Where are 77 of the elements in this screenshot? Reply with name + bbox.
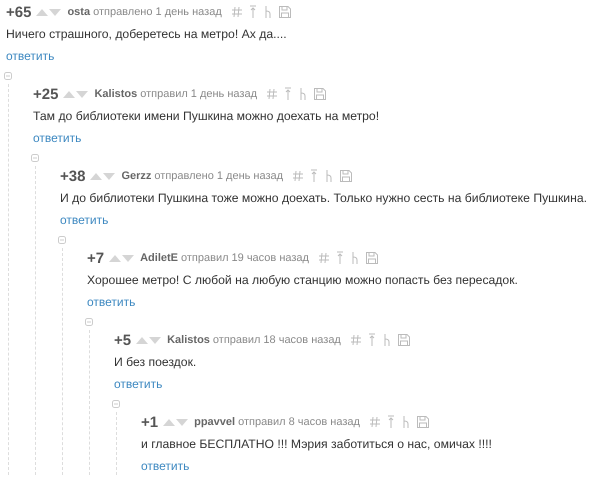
hash-icon[interactable]: [293, 170, 304, 182]
comment-author[interactable]: AdiletE: [140, 252, 178, 264]
comment-text: И до библиотеки Пушкина тоже можно доехать. Только нужно сесть на библиотеке Пушкина.: [60, 190, 588, 207]
comment-text: И без поездок.: [114, 354, 198, 371]
branch-icon[interactable]: [325, 169, 334, 183]
comment-text: Ничего страшного, доберетесь на метро! Ах да....: [6, 26, 288, 43]
comment-author[interactable]: Kalistos: [94, 88, 138, 100]
comment-score: +7: [87, 250, 104, 266]
branch-icon[interactable]: [350, 251, 359, 265]
upvote-icon[interactable]: [136, 335, 148, 345]
upvote-icon[interactable]: [109, 253, 122, 263]
comment-text: Хорошее метро! С любой на любую станцию можно попасть без пересадок.: [87, 272, 519, 289]
reply-link[interactable]: ответить: [33, 131, 82, 145]
comment-action: отправлено: [93, 6, 153, 18]
branch-icon[interactable]: [264, 5, 272, 19]
up-arrow-icon[interactable]: [248, 5, 257, 19]
comment-text: и главное БЕСПЛАТНО !!! Мэрия заботиться о нас, омичах !!!!: [141, 436, 493, 453]
comment-score: +5: [114, 332, 132, 348]
save-icon[interactable]: [398, 334, 410, 346]
save-icon[interactable]: [314, 88, 326, 100]
comment-author[interactable]: ppavvel: [194, 416, 236, 428]
hash-icon[interactable]: [318, 252, 329, 264]
collapse-icon[interactable]: [4, 72, 12, 80]
comment-action: отправлено: [154, 170, 214, 182]
downvote-icon[interactable]: [103, 171, 116, 181]
up-arrow-icon[interactable]: [336, 251, 344, 265]
reply-link[interactable]: ответить: [87, 295, 136, 309]
hash-icon[interactable]: [267, 88, 277, 100]
reply-link[interactable]: ответить: [114, 377, 162, 391]
comment-score: +1: [141, 414, 158, 430]
comment-time[interactable]: 8 часов назад: [288, 416, 360, 428]
downvote-icon[interactable]: [122, 253, 134, 263]
comment-author[interactable]: Gerzz: [121, 170, 152, 182]
comment-time[interactable]: 19 часов назад: [232, 252, 309, 264]
reply-link[interactable]: ответить: [141, 459, 190, 473]
hash-icon[interactable]: [232, 6, 242, 18]
branch-icon[interactable]: [299, 87, 307, 101]
comment-score: +25: [33, 86, 58, 102]
comment-score: +65: [6, 4, 32, 20]
save-icon[interactable]: [416, 416, 429, 428]
save-icon[interactable]: [278, 6, 291, 18]
up-arrow-icon[interactable]: [386, 415, 395, 429]
downvote-icon[interactable]: [76, 89, 88, 99]
hash-icon[interactable]: [370, 416, 380, 428]
upvote-icon[interactable]: [36, 7, 48, 17]
up-arrow-icon[interactable]: [368, 333, 376, 347]
collapse-icon[interactable]: [85, 318, 93, 326]
comment-action: отправил: [181, 252, 229, 264]
upvote-icon[interactable]: [90, 171, 102, 181]
comment-time[interactable]: 1 день назад: [216, 170, 284, 182]
save-icon[interactable]: [340, 170, 352, 182]
save-icon[interactable]: [366, 252, 378, 264]
comment-time[interactable]: 1 день назад: [156, 6, 222, 18]
comment-time[interactable]: 18 часов назад: [263, 334, 341, 346]
comment-text: Там до библиотеки имени Пушкина можно доехать на метро!: [33, 108, 380, 125]
downvote-icon[interactable]: [49, 7, 62, 17]
collapse-icon[interactable]: [112, 400, 120, 408]
comment-score: +38: [60, 168, 86, 184]
hash-icon[interactable]: [350, 334, 361, 346]
upvote-icon[interactable]: [163, 417, 176, 427]
comment-action: отправил: [238, 416, 286, 428]
reply-link[interactable]: ответить: [60, 213, 108, 227]
comment-author[interactable]: osta: [67, 6, 90, 18]
up-arrow-icon[interactable]: [310, 169, 318, 183]
downvote-icon[interactable]: [149, 335, 162, 345]
up-arrow-icon[interactable]: [284, 87, 292, 101]
upvote-icon[interactable]: [63, 89, 76, 99]
comment-author[interactable]: Kalistos: [167, 334, 210, 346]
reply-link[interactable]: ответить: [6, 49, 54, 63]
comment-time[interactable]: 1 день назад: [190, 88, 257, 100]
downvote-icon[interactable]: [176, 417, 188, 427]
comment-action: отправил: [140, 88, 188, 100]
branch-icon[interactable]: [382, 333, 391, 347]
branch-icon[interactable]: [402, 415, 410, 429]
collapse-icon[interactable]: [58, 236, 66, 244]
collapse-icon[interactable]: [31, 154, 39, 162]
comment-action: отправил: [212, 334, 260, 346]
